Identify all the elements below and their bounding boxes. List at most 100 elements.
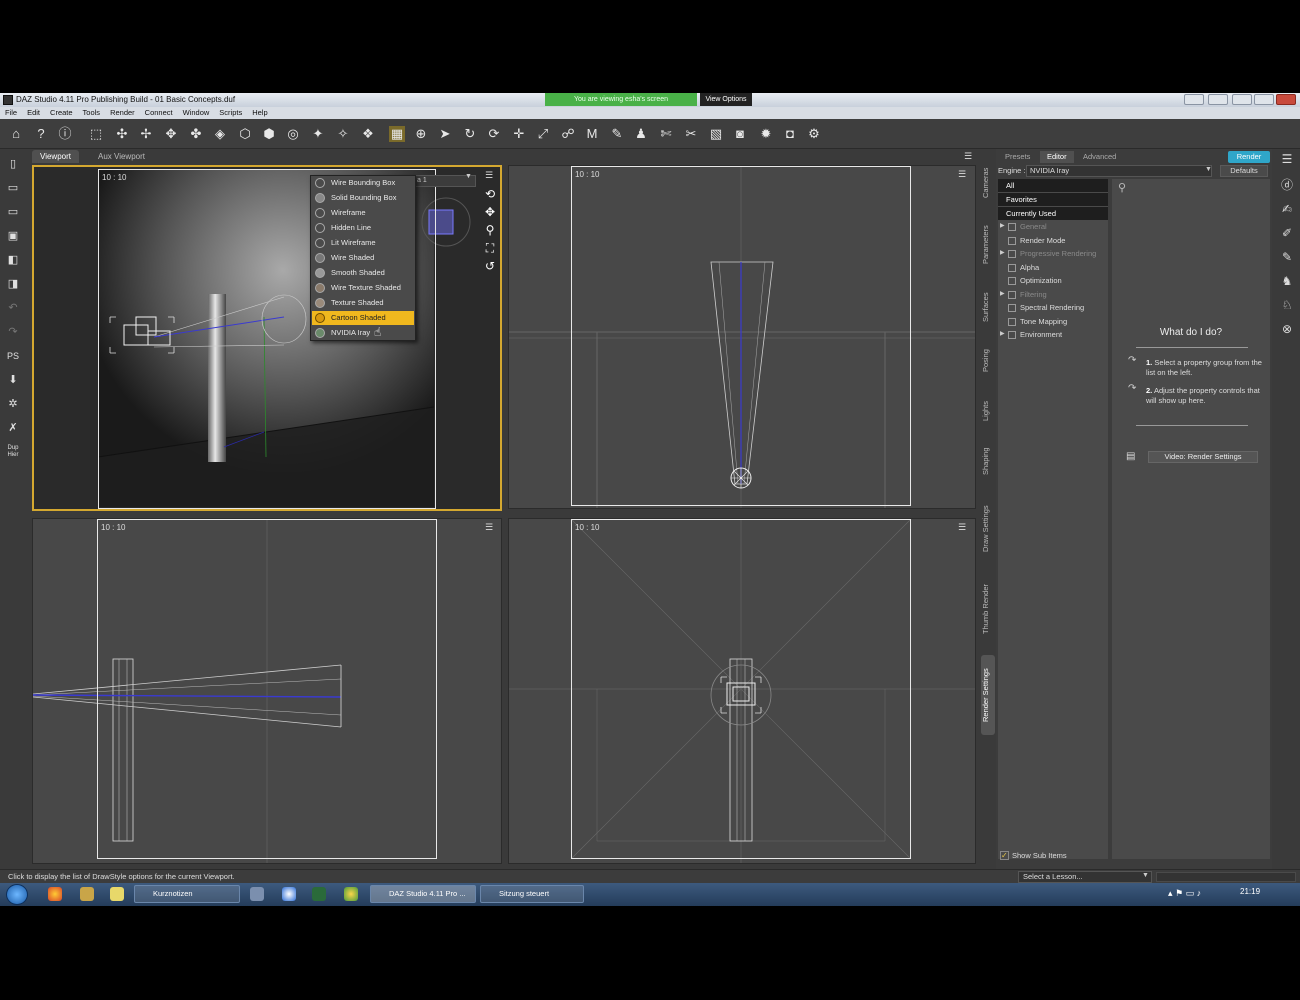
surface-selection-icon[interactable]: ✧: [335, 126, 351, 142]
paint-icon[interactable]: ✎: [609, 126, 625, 142]
joint-icon[interactable]: ☍: [560, 126, 576, 142]
morph-tool-icon[interactable]: ♘: [1279, 297, 1295, 313]
region-nav-icon[interactable]: ✥: [163, 126, 179, 142]
viewport-options-icon[interactable]: ☰: [958, 170, 968, 179]
explorer-icon[interactable]: [80, 887, 94, 901]
figure-settings-icon[interactable]: ✲: [6, 397, 20, 411]
orbit-icon[interactable]: ⟳: [486, 126, 502, 142]
window-extra2-icon[interactable]: [1208, 94, 1228, 105]
filter-currently-used[interactable]: Currently Used: [998, 207, 1108, 220]
pan-nav-icon[interactable]: ✥: [483, 205, 497, 219]
task-daz-studio[interactable]: DAZ Studio 4.11 Pro ...: [370, 885, 476, 903]
new-file-icon[interactable]: ▯: [6, 157, 20, 171]
filter-all[interactable]: All: [998, 179, 1108, 192]
expand-arrow-icon[interactable]: ▶: [1000, 288, 1005, 301]
tab-advanced[interactable]: Advanced: [1076, 151, 1123, 163]
drawstyle-wire-shaded[interactable]: Wire Shaded: [312, 251, 414, 265]
group-alpha[interactable]: Alpha: [998, 261, 1108, 274]
group-spectral-rendering[interactable]: Spectral Rendering: [998, 301, 1108, 314]
home-icon[interactable]: ⌂: [8, 126, 24, 142]
orbit-nav-icon[interactable]: ⟲: [483, 187, 497, 201]
side-tab-lights[interactable]: Lights: [981, 391, 995, 431]
side-tab-draw-settings[interactable]: Draw Settings: [981, 493, 995, 565]
merge-folder-icon[interactable]: ▭: [6, 205, 20, 219]
chrome-icon[interactable]: [344, 887, 358, 901]
pose-tool-icon[interactable]: ✍: [1279, 201, 1295, 217]
close-icon[interactable]: [1276, 94, 1296, 105]
minimize-icon[interactable]: [1232, 94, 1252, 105]
tab-aux-viewport[interactable]: Aux Viewport: [90, 150, 153, 163]
lesson-select[interactable]: Select a Lesson...: [1018, 871, 1152, 883]
show-sub-items-checkbox[interactable]: ✓: [1000, 851, 1009, 860]
app-icon[interactable]: [250, 887, 264, 901]
search-icon[interactable]: ⚲: [1118, 181, 1126, 194]
spotlight-icon[interactable]: ✹: [758, 126, 774, 142]
help-icon[interactable]: ⓘ: [57, 126, 73, 142]
content-library-icon[interactable]: ✐: [1279, 225, 1295, 241]
shaping-tool-icon[interactable]: ✎: [1279, 249, 1295, 265]
firefox-icon[interactable]: [48, 887, 62, 901]
chevron-down-icon[interactable]: ▼: [1205, 166, 1212, 173]
weight-map-icon[interactable]: ✂: [683, 126, 699, 142]
node-selection-icon[interactable]: ⬚: [88, 126, 104, 142]
notes-icon[interactable]: [110, 887, 124, 901]
menu-file[interactable]: File: [0, 107, 22, 119]
render-settings-icon[interactable]: ⚙: [806, 126, 822, 142]
camera-icon[interactable]: ◘: [782, 126, 798, 142]
rotate-icon[interactable]: ↻: [462, 126, 478, 142]
active-pose-icon[interactable]: ✤: [188, 126, 204, 142]
task-sitzung-steuert[interactable]: Sitzung steuert: [480, 885, 584, 903]
window-extra-icon[interactable]: [1184, 94, 1204, 105]
group-progressive-rendering[interactable]: ▶ Progressive Rendering: [998, 247, 1108, 260]
render-button[interactable]: Render: [1228, 151, 1270, 163]
chevron-down-icon[interactable]: ▼: [465, 173, 472, 180]
chevron-down-icon[interactable]: ▼: [1142, 872, 1149, 879]
pointer-icon[interactable]: ➤: [437, 126, 453, 142]
edit-image-icon[interactable]: ▧: [708, 126, 724, 142]
figure-icon[interactable]: ♟: [633, 126, 649, 142]
side-tab-render-settings[interactable]: Render Settings: [981, 655, 995, 735]
drawstyle-wireframe[interactable]: Wireframe: [312, 206, 414, 220]
expand-arrow-icon[interactable]: ▶: [1000, 247, 1005, 260]
transfer-tool-icon[interactable]: ⬡: [237, 126, 253, 142]
menu-render[interactable]: Render: [105, 107, 140, 119]
daz-connect-icon[interactable]: ⓓ: [1279, 177, 1295, 193]
maximize-icon[interactable]: [1254, 94, 1274, 105]
viewport-top[interactable]: 10 : 10 ☰: [508, 165, 976, 509]
export-icon[interactable]: ◨: [6, 277, 20, 291]
joint-editor-icon[interactable]: ✢: [138, 126, 154, 142]
drawstyle-wire-bounding-box[interactable]: Wire Bounding Box: [312, 176, 414, 190]
drawstyle-hidden-line[interactable]: Hidden Line: [312, 221, 414, 235]
video-render-settings-button[interactable]: Video: Render Settings: [1148, 451, 1258, 463]
drawstyle-nvidia-iray[interactable]: NVIDIA Iray: [312, 326, 414, 340]
tray-icons[interactable]: ▴ ⚑ ▭ ♪: [1168, 888, 1201, 899]
menu-tools[interactable]: Tools: [78, 107, 106, 119]
drawstyle-texture-shaded[interactable]: Texture Shaded: [312, 296, 414, 310]
task-kurznotizen[interactable]: Kurznotizen: [134, 885, 240, 903]
zoom-nav-icon[interactable]: ⚲: [483, 223, 497, 237]
side-tab-shaping[interactable]: Shaping: [981, 439, 995, 483]
scale-icon[interactable]: ⤢: [535, 126, 551, 142]
side-tab-thumb-render[interactable]: Thumb Render: [981, 573, 995, 645]
tab-viewport[interactable]: Viewport: [32, 150, 79, 163]
menu-connect[interactable]: Connect: [140, 107, 178, 119]
group-filtering[interactable]: ▶ Filtering: [998, 288, 1108, 301]
drawstyle-cartoon-shaded[interactable]: Cartoon Shaded: [312, 311, 414, 325]
bone-tool-icon[interactable]: ◎: [285, 126, 301, 142]
terminal-icon[interactable]: [312, 887, 326, 901]
viewport-left[interactable]: 10 : 10 ☰: [32, 518, 502, 864]
viewport-tabs-menu-icon[interactable]: ☰: [964, 152, 974, 161]
viewport-perspective[interactable]: 10 : 10: [32, 165, 502, 511]
engine-select[interactable]: NVIDIA Iray: [1026, 165, 1212, 177]
node-tool-icon[interactable]: ⬢: [261, 126, 277, 142]
universal-tool-icon[interactable]: ✣: [114, 126, 130, 142]
group-tone-mapping[interactable]: Tone Mapping: [998, 315, 1108, 328]
view-options-button[interactable]: View Options: [700, 93, 752, 106]
menu-help[interactable]: Help: [247, 107, 272, 119]
tab-presets[interactable]: Presets: [998, 151, 1037, 163]
whats-this-icon[interactable]: ?: [33, 126, 49, 142]
reset-nav-icon[interactable]: ↺: [483, 259, 497, 273]
expand-arrow-icon[interactable]: ▶: [1000, 220, 1005, 233]
save-as-icon[interactable]: ◧: [6, 253, 20, 267]
geometry-tool-icon[interactable]: ❖: [360, 126, 376, 142]
